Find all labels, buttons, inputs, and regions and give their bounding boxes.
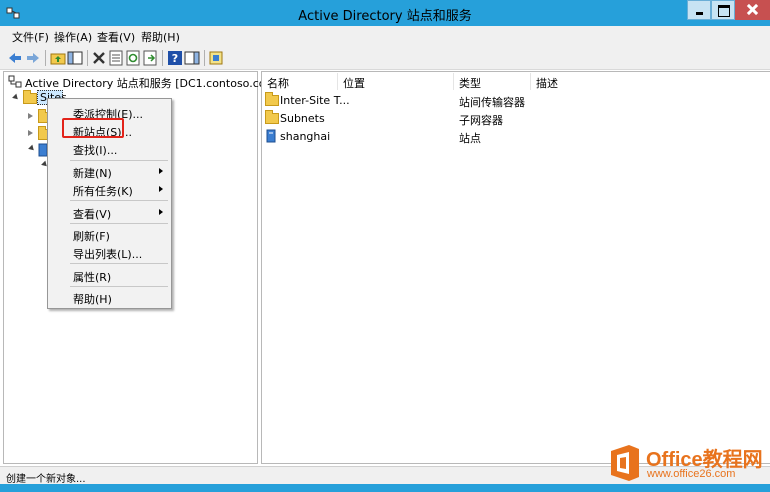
show-tree-icon[interactable] xyxy=(67,50,83,66)
delete-icon[interactable] xyxy=(91,50,107,66)
menu-item-export-list[interactable]: 导出列表(L)... xyxy=(48,243,171,261)
column-header-description[interactable]: 描述 xyxy=(531,73,770,90)
menu-item-label: 新建(N) xyxy=(73,167,112,180)
menu-item-help[interactable]: 帮助(H) xyxy=(48,288,171,306)
minimize-button[interactable] xyxy=(687,0,711,20)
column-header-label: 名称 xyxy=(267,77,289,90)
menu-help[interactable]: 帮助(H) xyxy=(141,29,180,45)
title-bar: Active Directory 站点和服务 xyxy=(0,0,770,26)
window-title: Active Directory 站点和服务 xyxy=(298,9,472,24)
list-item-name: Inter-Site T... xyxy=(280,94,350,107)
list-item-name: shanghai xyxy=(280,130,331,143)
submenu-arrow-icon xyxy=(159,168,163,174)
list-item-type: 站间传输容器 xyxy=(459,96,525,109)
close-button[interactable] xyxy=(735,0,770,20)
menu-item-label: 所有任务(K) xyxy=(73,185,133,198)
menu-separator xyxy=(70,160,168,161)
expand-icon[interactable] xyxy=(28,113,33,119)
menu-bar: 文件(F) 操作(A) 查看(V) 帮助(H) xyxy=(0,26,770,46)
new-site-icon[interactable] xyxy=(208,50,224,66)
window-bottom-border xyxy=(0,484,770,492)
menu-item-find[interactable]: 查找(I)... xyxy=(48,139,171,157)
menu-view[interactable]: 查看(V) xyxy=(97,29,135,45)
help-icon[interactable]: ? xyxy=(167,50,183,66)
toolbar-separator xyxy=(204,50,205,66)
column-header-label: 类型 xyxy=(459,77,481,90)
list-item-name: Subnets xyxy=(280,112,325,125)
list-item[interactable]: Subnets 子网容器 xyxy=(262,110,770,127)
submenu-arrow-icon xyxy=(159,209,163,215)
action-pane-icon[interactable] xyxy=(184,50,200,66)
svg-text:?: ? xyxy=(172,52,178,65)
office-logo-icon xyxy=(611,445,639,481)
column-header-type[interactable]: 类型 xyxy=(454,73,531,90)
folder-icon xyxy=(265,110,279,124)
list-item[interactable]: shanghai 站点 xyxy=(262,128,770,145)
menu-item-label: 查找(I)... xyxy=(73,144,118,157)
toolbar-separator xyxy=(87,50,88,66)
list-item-type: 站点 xyxy=(459,132,481,145)
folder-icon xyxy=(265,92,279,106)
menu-item-label: 属性(R) xyxy=(73,271,112,284)
export-list-icon[interactable] xyxy=(142,50,158,66)
forward-arrow-icon[interactable] xyxy=(25,50,41,66)
list-item-type: 子网容器 xyxy=(459,114,503,127)
ad-sites-root-icon xyxy=(8,75,22,88)
menu-item-label: 刷新(F) xyxy=(73,230,110,243)
watermark-url: www.office26.com xyxy=(647,468,736,480)
refresh-icon[interactable] xyxy=(125,50,141,66)
menu-item-refresh[interactable]: 刷新(F) xyxy=(48,225,171,243)
menu-item-new[interactable]: 新建(N) xyxy=(48,162,171,180)
properties-icon[interactable] xyxy=(108,50,124,66)
menu-separator xyxy=(70,223,168,224)
site-icon xyxy=(266,129,276,143)
up-folder-icon[interactable] xyxy=(50,50,66,66)
folder-icon xyxy=(23,90,37,104)
expand-icon[interactable] xyxy=(28,130,33,136)
maximize-button[interactable] xyxy=(711,0,735,20)
menu-separator xyxy=(70,286,168,287)
menu-item-all-tasks[interactable]: 所有任务(K) xyxy=(48,180,171,198)
back-arrow-icon[interactable] xyxy=(7,50,23,66)
toolbar-separator xyxy=(45,50,46,66)
menu-item-label: 导出列表(L)... xyxy=(73,248,143,261)
tree-root-label: Active Directory 站点和服务 [DC1.contoso.com] xyxy=(25,77,281,90)
menu-item-properties[interactable]: 属性(R) xyxy=(48,266,171,284)
column-header-label: 描述 xyxy=(536,77,558,90)
toolbar-separator xyxy=(162,50,163,66)
submenu-arrow-icon xyxy=(159,186,163,192)
list-item[interactable]: Inter-Site T... 站间传输容器 xyxy=(262,92,770,109)
column-header-label: 位置 xyxy=(343,77,365,90)
menu-item-view[interactable]: 查看(V) xyxy=(48,203,171,221)
menu-separator xyxy=(70,263,168,264)
menu-action[interactable]: 操作(A) xyxy=(54,29,92,45)
column-header-name[interactable]: 名称 xyxy=(262,73,338,90)
column-header-location[interactable]: 位置 xyxy=(338,73,454,90)
highlight-annotation xyxy=(62,118,124,138)
menu-item-label: 帮助(H) xyxy=(73,293,112,306)
menu-separator xyxy=(70,200,168,201)
menu-item-label: 查看(V) xyxy=(73,208,112,221)
toolbar: ? xyxy=(0,46,770,70)
menu-file[interactable]: 文件(F) xyxy=(12,29,49,45)
tree-root[interactable]: Active Directory 站点和服务 [DC1.contoso.com] xyxy=(8,74,281,90)
status-text: 创建一个新对象... xyxy=(6,474,86,485)
